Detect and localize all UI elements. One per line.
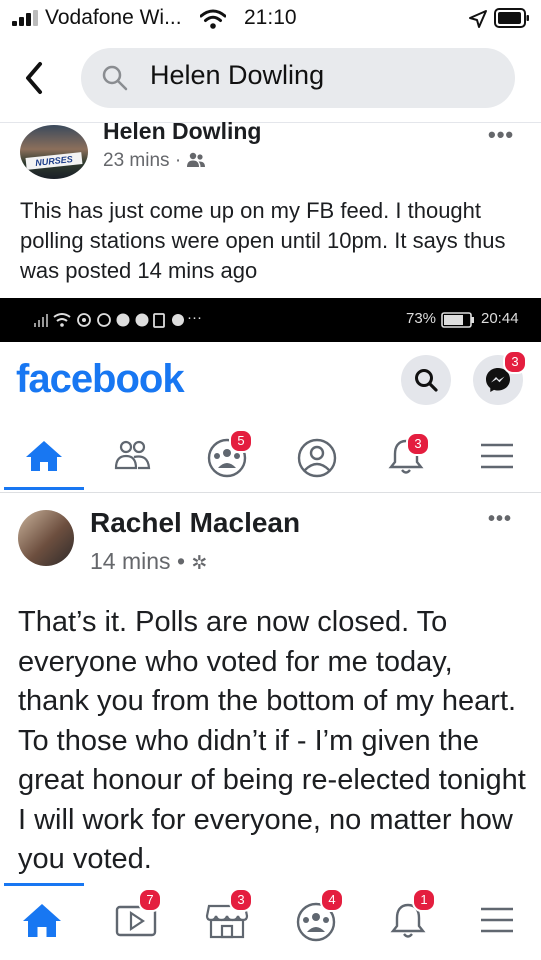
marketplace-badge: 3 bbox=[229, 888, 253, 912]
meta-separator: · bbox=[174, 150, 182, 171]
fb-search-button[interactable] bbox=[401, 355, 451, 405]
inner-post-time[interactable]: 14 mins bbox=[90, 548, 171, 574]
outer-post-time[interactable]: 23 mins bbox=[103, 150, 170, 171]
marketplace-tab[interactable]: 3 bbox=[203, 888, 253, 944]
groups-tab[interactable]: 4 bbox=[292, 888, 344, 944]
divider bbox=[0, 122, 541, 123]
messenger-badge: 3 bbox=[503, 350, 527, 374]
groups-badge: 5 bbox=[229, 429, 253, 453]
rachel-maclean-avatar[interactable] bbox=[18, 510, 74, 566]
profile-icon[interactable] bbox=[293, 432, 341, 480]
inner-post-meta: 14 mins • ✲ bbox=[90, 548, 207, 575]
groups-badge: 4 bbox=[320, 888, 344, 912]
friends-audience-icon bbox=[187, 152, 206, 167]
battery-icon bbox=[494, 8, 529, 28]
divider bbox=[0, 492, 541, 493]
android-battery-percent: 73% bbox=[406, 310, 437, 327]
signal-strength-icon bbox=[12, 10, 40, 26]
more-dots-icon[interactable]: ••• bbox=[488, 508, 512, 531]
avatar-nurses-banner: NURSES bbox=[25, 152, 83, 170]
watch-tab[interactable]: 7 bbox=[112, 888, 162, 944]
location-arrow-icon bbox=[469, 10, 487, 28]
search-query-text[interactable]: Helen Dowling bbox=[150, 60, 324, 91]
android-status-icons bbox=[34, 313, 184, 328]
watch-badge: 7 bbox=[138, 888, 162, 912]
android-more-indicator: ··· bbox=[187, 309, 202, 326]
search-icon bbox=[102, 65, 128, 91]
home-icon[interactable] bbox=[20, 432, 68, 480]
ios-status-bar: Vodafone Wi... 21:10 bbox=[0, 0, 541, 38]
friends-icon[interactable] bbox=[108, 432, 156, 480]
active-tab-indicator bbox=[4, 487, 84, 490]
messenger-button[interactable]: 3 bbox=[473, 350, 527, 405]
android-time: 20:44 bbox=[481, 310, 519, 327]
bottom-tab-bar: 7 3 4 1 bbox=[0, 886, 541, 960]
menu-icon[interactable] bbox=[473, 896, 521, 944]
home-icon[interactable] bbox=[18, 896, 66, 944]
wifi-icon bbox=[200, 9, 226, 29]
notifications-badge: 3 bbox=[406, 432, 430, 456]
meta-separator: • bbox=[176, 548, 185, 574]
android-status-bar: ··· 73% 20:44 bbox=[0, 298, 541, 342]
menu-icon[interactable] bbox=[473, 432, 521, 480]
notifications-tab[interactable]: 1 bbox=[384, 888, 436, 944]
inner-post-text: That’s it. Polls are now closed. To ever… bbox=[18, 606, 526, 875]
inner-post-author[interactable]: Rachel Maclean bbox=[90, 507, 300, 539]
outer-post-text: This has just come up on my FB feed. I t… bbox=[20, 198, 506, 283]
outer-post-meta: 23 mins · bbox=[103, 150, 206, 172]
outer-post-author[interactable]: Helen Dowling bbox=[103, 118, 261, 145]
gear-icon: ✲ bbox=[191, 553, 208, 574]
more-dots-icon[interactable]: ••• bbox=[488, 122, 514, 148]
facebook-logo[interactable]: facebook bbox=[16, 357, 185, 402]
carrier-name: Vodafone Wi... bbox=[45, 6, 182, 29]
back-button[interactable] bbox=[18, 58, 50, 98]
groups-tab[interactable]: 5 bbox=[203, 429, 253, 480]
search-icon bbox=[415, 369, 438, 392]
helen-dowling-avatar[interactable]: NURSES bbox=[20, 125, 88, 179]
notifications-badge: 1 bbox=[412, 888, 436, 912]
status-time: 21:10 bbox=[244, 6, 297, 29]
android-battery-icon bbox=[441, 312, 474, 328]
notifications-tab[interactable]: 3 bbox=[382, 432, 430, 480]
